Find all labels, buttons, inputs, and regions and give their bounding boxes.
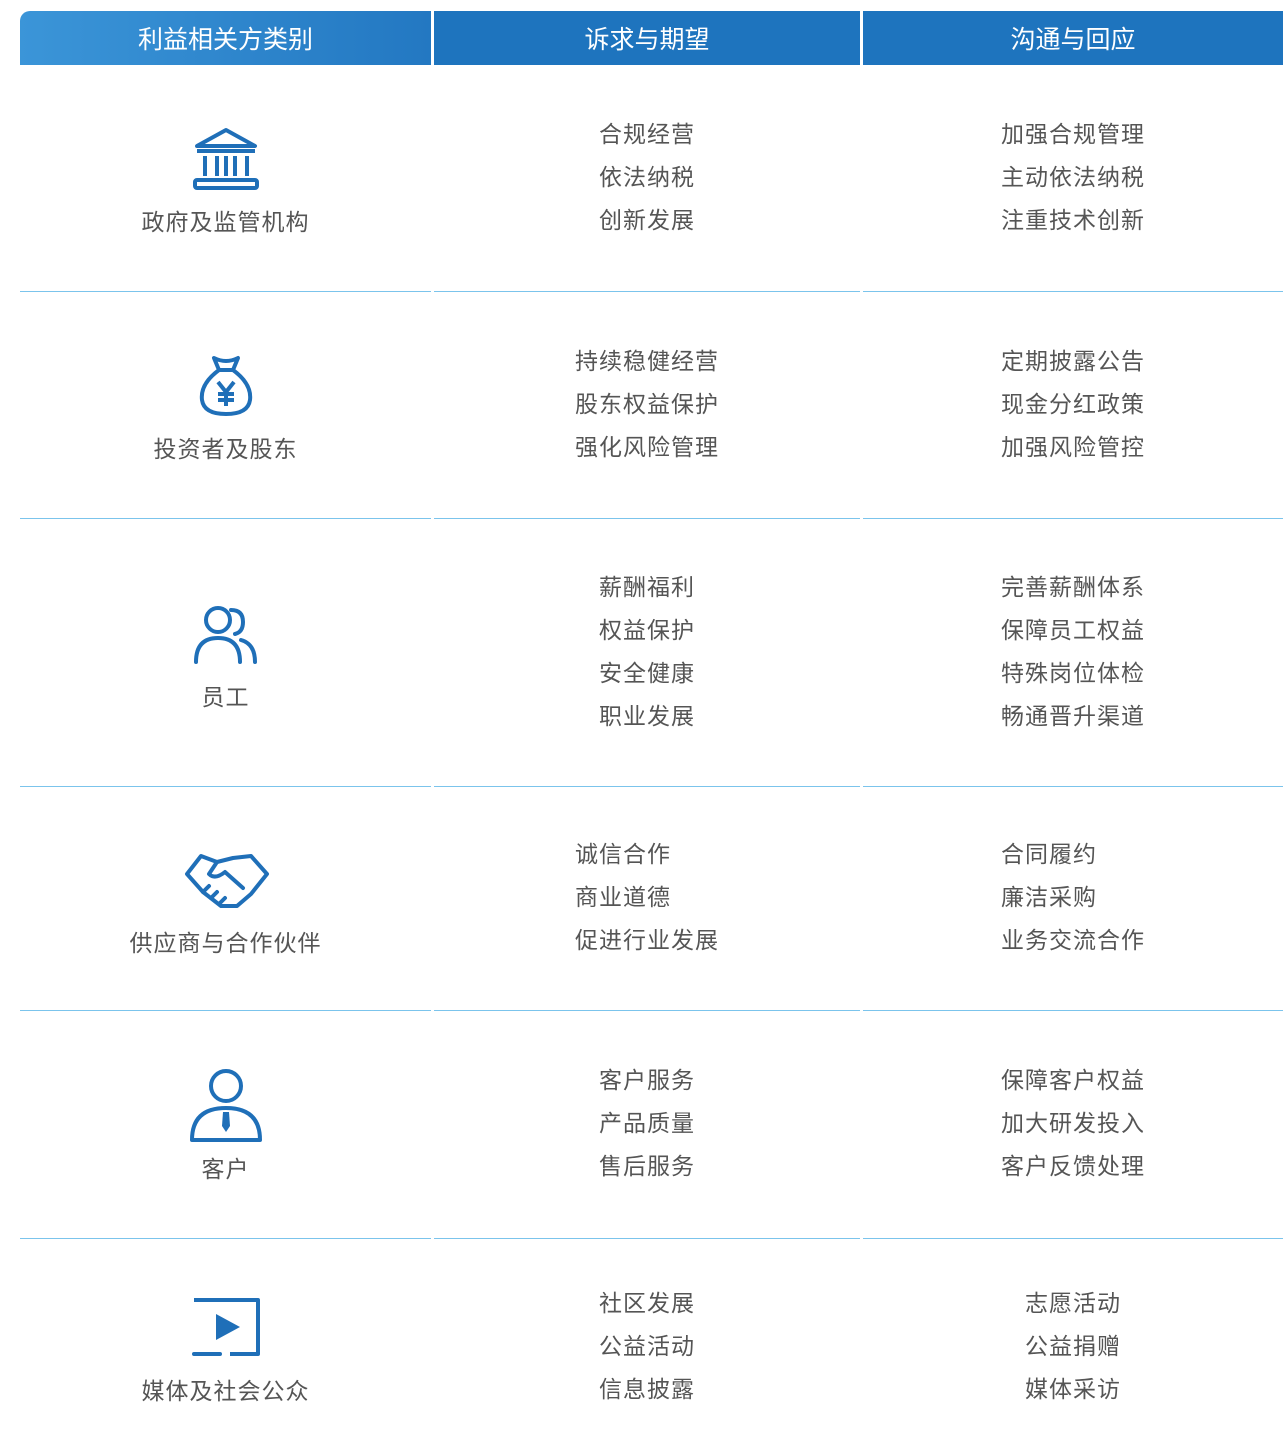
table-row-employees: 员工 薪酬福利 权益保护 安全健康 职业发展 完善薪酬体系 保障员工权益 特殊岗… [0,519,1283,786]
response-item: 客户反馈处理 [1001,1154,1145,1180]
responses-cell: 保障客户权益 加大研发投入 客户反馈处理 [863,1011,1283,1238]
table-row-government: 政府及监管机构 合规经营 依法纳税 创新发展 加强合规管理 主动依法纳税 注重技… [0,65,1283,291]
category-label: 媒体及社会公众 [141,1379,310,1405]
money-bag-yen-icon [181,346,271,426]
responses-cell: 定期披露公告 现金分红政策 加强风险管控 [863,292,1283,518]
expectation-item: 创新发展 [599,207,695,234]
response-item: 加强合规管理 [1001,121,1145,148]
table-row-investors: 投资者及股东 持续稳健经营 股东权益保护 强化风险管理 定期披露公告 现金分红政… [0,292,1283,518]
response-item: 完善薪酬体系 [1001,574,1145,601]
expectation-item: 安全健康 [599,660,695,687]
expectation-item: 强化风险管理 [575,434,719,461]
table-row-media: 媒体及社会公众 社区发展 公益活动 信息披露 志愿活动 公益捐赠 媒体采访 [0,1239,1283,1455]
expectation-item: 商业道德 [575,885,671,911]
responses-cell: 完善薪酬体系 保障员工权益 特殊岗位体检 畅通晋升渠道 [863,519,1283,786]
expectation-item: 合规经营 [599,121,695,148]
handshake-icon [181,840,271,920]
category-label: 政府及监管机构 [141,210,310,236]
customer-person-tie-icon [181,1066,271,1146]
expectations-cell: 持续稳健经营 股东权益保护 强化风险管理 [434,292,860,518]
expectation-item: 售后服务 [599,1154,695,1180]
response-item: 畅通晋升渠道 [1001,703,1145,730]
response-item: 加大研发投入 [1001,1111,1145,1137]
table-row-suppliers: 供应商与合作伙伴 诚信合作 商业道德 促进行业发展 合同履约 廉洁采购 业务交流… [0,787,1283,1010]
header-expectations: 诉求与期望 [434,11,860,65]
expectation-item: 职业发展 [599,703,695,730]
expectation-item: 权益保护 [599,617,695,644]
expectation-item: 持续稳健经营 [575,348,719,375]
responses-cell: 志愿活动 公益捐赠 媒体采访 [863,1239,1283,1455]
response-item: 合同履约 [1001,842,1097,868]
response-item: 主动依法纳税 [1001,164,1145,191]
category-cell: 政府及监管机构 [20,65,431,291]
response-item: 注重技术创新 [1001,207,1145,234]
expectation-item: 诚信合作 [575,842,671,868]
category-cell: 投资者及股东 [20,292,431,518]
expectations-cell: 诚信合作 商业道德 促进行业发展 [434,787,860,1010]
category-cell: 客户 [20,1011,431,1238]
response-item: 加强风险管控 [1001,434,1145,461]
expectations-cell: 社区发展 公益活动 信息披露 [434,1239,860,1455]
category-label: 投资者及股东 [153,437,298,463]
category-cell: 媒体及社会公众 [20,1239,431,1455]
category-label: 客户 [201,1156,250,1183]
category-cell: 员工 [20,519,431,786]
response-item: 定期披露公告 [1001,348,1145,375]
category-cell: 供应商与合作伙伴 [20,787,431,1010]
response-item: 公益捐赠 [1025,1333,1121,1360]
category-label: 供应商与合作伙伴 [129,930,322,957]
response-item: 志愿活动 [1025,1290,1121,1317]
expectation-item: 依法纳税 [599,164,695,191]
response-item: 现金分红政策 [1001,391,1145,418]
expectation-item: 公益活动 [599,1333,695,1360]
response-item: 业务交流合作 [1001,928,1145,954]
response-item: 廉洁采购 [1001,885,1097,911]
header-responses: 沟通与回应 [863,11,1283,65]
expectation-item: 薪酬福利 [599,574,695,601]
expectations-cell: 合规经营 依法纳税 创新发展 [434,65,860,291]
expectation-item: 客户服务 [599,1068,695,1094]
responses-cell: 合同履约 廉洁采购 业务交流合作 [863,787,1283,1010]
expectation-item: 信息披露 [599,1376,695,1403]
category-label: 员工 [201,684,250,711]
expectation-item: 产品质量 [599,1111,695,1137]
government-building-icon [181,119,271,199]
response-item: 特殊岗位体检 [1001,660,1145,687]
expectation-item: 促进行业发展 [575,928,719,954]
response-item: 媒体采访 [1025,1376,1121,1403]
employees-icon [181,594,271,674]
expectations-cell: 客户服务 产品质量 售后服务 [434,1011,860,1238]
table-row-customers: 客户 客户服务 产品质量 售后服务 保障客户权益 加大研发投入 客户反馈处理 [0,1011,1283,1238]
responses-cell: 加强合规管理 主动依法纳税 注重技术创新 [863,65,1283,291]
header-category: 利益相关方类别 [20,11,431,65]
response-item: 保障客户权益 [1001,1068,1145,1094]
response-item: 保障员工权益 [1001,617,1145,644]
expectations-cell: 薪酬福利 权益保护 安全健康 职业发展 [434,519,860,786]
media-play-icon [181,1288,271,1368]
expectation-item: 股东权益保护 [575,391,719,418]
expectation-item: 社区发展 [599,1290,695,1317]
